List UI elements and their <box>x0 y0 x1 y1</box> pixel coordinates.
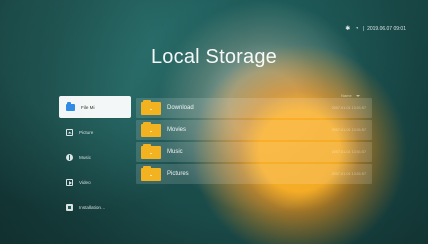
install-icon <box>66 203 73 211</box>
file-date: 2007-01-01 13:01:57 <box>331 106 366 110</box>
status-datetime: 2019.06.07 09:01 <box>367 26 406 32</box>
file-name: Music <box>167 149 183 155</box>
list-item[interactable]: Movies 2007-01-01 13:01:57 <box>136 120 372 140</box>
sidebar-item-label: Music <box>79 154 91 160</box>
wifi-icon: ◔ <box>354 26 359 32</box>
file-name: Download <box>167 105 194 111</box>
screen: ✱ ◔ | 2019.06.07 09:01 Local Storage Nam… <box>0 0 428 244</box>
file-name: Pictures <box>167 171 189 177</box>
picture-icon <box>66 128 73 136</box>
folder-icon <box>141 165 161 181</box>
sidebar-item-installation[interactable]: Installation… <box>59 196 131 218</box>
sidebar-item-label: Picture <box>79 129 94 135</box>
status-bar: ✱ ◔ | 2019.06.07 09:01 <box>345 26 406 32</box>
sidebar-item-video[interactable]: Video <box>59 171 131 193</box>
file-date: 2007-01-01 13:01:57 <box>331 150 366 154</box>
status-separator: | <box>362 26 365 32</box>
folder-icon <box>66 101 75 111</box>
file-date: 2007-01-01 13:01:57 <box>331 172 366 176</box>
sidebar: File Mi Picture Music Video Installation… <box>59 96 131 221</box>
file-date: 2007-01-01 13:01:57 <box>331 128 366 132</box>
music-icon <box>66 153 73 161</box>
list-item[interactable]: Pictures 2007-01-01 13:01:57 <box>136 164 372 184</box>
folder-icon <box>141 99 161 115</box>
file-list: Download 2007-01-01 13:01:57 Movies 2007… <box>136 98 372 186</box>
sidebar-item-label: Installation… <box>79 204 106 210</box>
sidebar-item-label: File Mi <box>81 104 95 110</box>
sidebar-item-picture[interactable]: Picture <box>59 121 131 143</box>
folder-icon <box>141 121 161 137</box>
folder-icon <box>141 143 161 159</box>
chevron-down-icon <box>355 94 360 97</box>
list-item[interactable]: Download 2007-01-01 13:01:57 <box>136 98 372 118</box>
sidebar-item-music[interactable]: Music <box>59 146 131 168</box>
video-icon <box>66 178 73 186</box>
sidebar-item-file-manager[interactable]: File Mi <box>59 96 131 118</box>
bluetooth-icon: ✱ <box>345 26 351 32</box>
file-name: Movies <box>167 127 187 133</box>
sidebar-item-label: Video <box>79 179 91 185</box>
list-item[interactable]: Music 2007-01-01 13:01:57 <box>136 142 372 162</box>
page-title: Local Storage <box>150 46 278 68</box>
